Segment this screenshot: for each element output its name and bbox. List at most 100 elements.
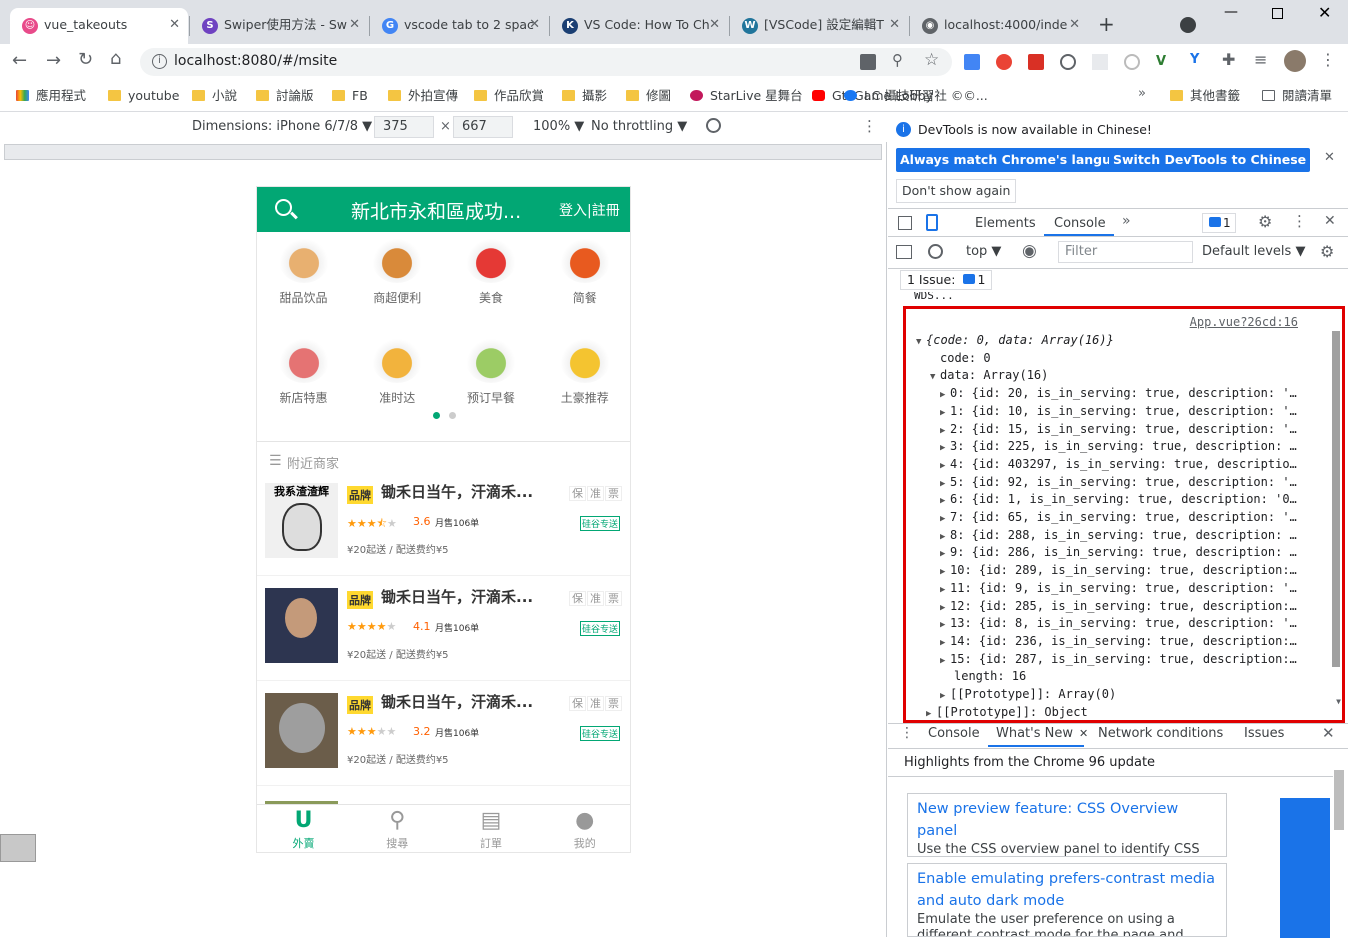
zoom-select[interactable]: 100% ▼ [533, 119, 584, 134]
site-info-icon[interactable]: i [152, 54, 167, 69]
device-width-input[interactable]: 375 [374, 116, 434, 138]
bookmark-item[interactable]: 討論版 [254, 86, 314, 106]
bookmark-item[interactable]: 小說 [190, 86, 237, 106]
console-array-node[interactable]: ▼ data: Array(16) [930, 366, 1048, 384]
more-tabs-icon[interactable]: » [1122, 213, 1131, 229]
console-settings-icon[interactable]: ⚙ [1320, 242, 1334, 261]
close-window-button[interactable]: ✕ [1318, 3, 1331, 22]
bookmark-item[interactable]: FB [330, 86, 368, 106]
console-array-item[interactable]: ▶ 6: {id: 1, is_in_serving: true, descrip… [940, 490, 1297, 508]
bottom-nav-item[interactable]: U 外賣 [257, 805, 350, 851]
bookmark-item[interactable]: youtube [106, 86, 179, 106]
bookmark-item[interactable]: 修圖 [624, 86, 671, 106]
console-scrollbar[interactable] [1332, 331, 1340, 667]
category-item[interactable]: 准时达 [351, 339, 444, 406]
resize-handle[interactable] [0, 834, 36, 862]
category-item[interactable]: 商超便利 [351, 239, 444, 306]
console-array-item[interactable]: ▶ 4: {id: 403297, is_in_serving: true, de… [940, 455, 1297, 473]
close-tab-icon[interactable]: ✕ [169, 8, 180, 42]
link-extension-icon[interactable] [1060, 54, 1076, 70]
issues-counter[interactable]: 1 [1202, 213, 1236, 233]
switch-to-chinese-button[interactable]: Switch DevTools to Chinese [1109, 148, 1311, 172]
bottom-nav-item[interactable]: ▤ 訂單 [445, 805, 538, 851]
maximize-button[interactable] [1272, 8, 1283, 19]
category-item[interactable]: 新店特惠 [257, 339, 350, 406]
console-array-item[interactable]: ▶ 0: {id: 20, is_in_serving: true, descri… [940, 384, 1297, 402]
close-drawer-icon[interactable]: ✕ [1322, 724, 1335, 742]
browser-tab[interactable]: ☺ vue_takeouts ✕ [10, 8, 188, 44]
chrome-menu-icon[interactable]: ⋮ [1320, 50, 1336, 69]
bookmark-item[interactable]: 閱讀清單 [1260, 86, 1332, 106]
more-bookmarks-chevron-icon[interactable]: » [1138, 86, 1146, 101]
profile-avatar[interactable] [1284, 50, 1306, 72]
browser-tab[interactable]: W [VSCode] 設定編輯T ✕ [730, 8, 908, 44]
log-levels-select[interactable]: Default levels ▼ [1202, 244, 1305, 259]
drawer-scrollbar[interactable] [1334, 770, 1344, 830]
console-array-item[interactable]: ▶ 3: {id: 225, is_in_serving: true, descr… [940, 437, 1297, 455]
issues-bar-button[interactable]: 1 Issue: 1 [900, 270, 993, 290]
device-height-input[interactable]: 667 [453, 116, 513, 138]
inspect-element-icon[interactable] [898, 216, 912, 230]
tab-search-icon[interactable] [1180, 17, 1196, 33]
clear-console-icon[interactable] [928, 244, 943, 259]
category-item[interactable]: 土豪推荐 [538, 339, 630, 406]
scroll-down-arrow[interactable]: ▼ [1336, 697, 1341, 706]
media-control-icon[interactable]: ≡ [1254, 50, 1267, 69]
console-filter-input[interactable]: Filter [1058, 241, 1193, 263]
device-toggle-icon[interactable] [926, 214, 938, 231]
drawer-tab[interactable]: Network conditions [1098, 726, 1223, 741]
expand-triangle-icon[interactable]: ▶ [926, 705, 936, 720]
category-item[interactable]: 美食 [445, 239, 538, 306]
devtools-menu-icon[interactable]: ⋮ [1292, 212, 1307, 230]
card-title-link[interactable]: Enable emulating prefers-contrast media … [917, 868, 1217, 912]
category-item[interactable]: 预订早餐 [445, 339, 538, 406]
console-prototype[interactable]: ▶ [[Prototype]]: Array(0) [940, 685, 1116, 703]
address-bar[interactable]: i localhost:8080/#/msite ⚲ ☆ [140, 48, 952, 76]
console-array-item[interactable]: ▶ 5: {id: 92, is_in_serving: true, descri… [940, 473, 1297, 491]
console-array-item[interactable]: ▶ 2: {id: 15, is_in_serving: true, descri… [940, 420, 1297, 438]
console-array-item[interactable]: ▶ 12: {id: 285, is_in_serving: true, desc… [940, 597, 1297, 615]
close-tab-icon[interactable]: ✕ [709, 8, 720, 42]
y-extension-icon[interactable]: Y [1190, 52, 1199, 67]
console-array-item[interactable]: ▶ 11: {id: 9, is_in_serving: true, descri… [940, 579, 1297, 597]
always-match-language-button[interactable]: Always match Chrome's language [896, 148, 1141, 172]
expand-triangle-icon[interactable]: ▼ [916, 333, 926, 351]
console-array-item[interactable]: ▶ 14: {id: 236, is_in_serving: true, desc… [940, 632, 1297, 650]
sidebar-toggle-icon[interactable] [896, 245, 912, 259]
expand-triangle-icon[interactable]: ▶ [940, 652, 950, 670]
card-title-link[interactable]: New preview feature: CSS Overview panel [917, 798, 1217, 842]
bookmark-item[interactable]: I.C 攝技研習社 ©©... [842, 86, 988, 106]
browser-tab[interactable]: K VS Code: How To Ch ✕ [550, 8, 728, 44]
minimize-button[interactable]: — [1224, 4, 1238, 20]
close-tab-icon[interactable]: ✕ [349, 8, 360, 42]
extensions-puzzle-icon[interactable]: ✚ [1222, 50, 1235, 69]
bottom-nav-item[interactable]: ⚲ 搜尋 [351, 805, 444, 851]
drawer-menu-icon[interactable]: ⋮ [900, 725, 914, 741]
bookmark-item[interactable]: 應用程式 [14, 86, 86, 106]
throttling-select[interactable]: No throttling ▼ [591, 119, 687, 134]
close-devtools-icon[interactable]: ✕ [1324, 213, 1336, 229]
bookmark-item[interactable]: 其他書籤 [1168, 86, 1240, 106]
console-array-item[interactable]: ▶ 10: {id: 289, is_in_serving: true, desc… [940, 561, 1297, 579]
bookmark-star-icon[interactable]: ☆ [924, 50, 939, 70]
translate-extension-icon[interactable] [964, 54, 980, 70]
console-array-item[interactable]: ▶ 7: {id: 65, is_in_serving: true, descri… [940, 508, 1297, 526]
device-menu-icon[interactable]: ⋮ [862, 117, 877, 135]
drawer-tab[interactable]: Console [928, 726, 980, 741]
whats-new-card[interactable]: New preview feature: CSS Overview panel U… [907, 793, 1227, 857]
tab-console[interactable]: Console [1054, 216, 1106, 231]
fe-extension-icon[interactable] [1028, 54, 1044, 70]
whats-new-card[interactable]: Enable emulating prefers-contrast media … [907, 863, 1227, 937]
shop-list-item[interactable]: 品牌 锄禾日当午，汗滴禾... 保准票 ★★★★★ 4.1 月售106单 硅谷专送 ¥20起送… [257, 576, 630, 681]
console-array-item[interactable]: ▶ 8: {id: 288, is_in_serving: true, descr… [940, 526, 1297, 544]
console-prototype[interactable]: ▶ [[Prototype]]: Object [926, 703, 1088, 720]
shop-list-item[interactable]: 我系渣渣辉 品牌 锄禾日当午，汗滴禾... 保准票 ★★★⯪★ 3.6 月售106单 硅谷专送… [257, 471, 630, 576]
close-tab-icon[interactable]: ✕ [1069, 8, 1080, 42]
expand-triangle-icon[interactable]: ▼ [930, 368, 940, 386]
login-link[interactable]: 登入|註冊 [559, 200, 620, 220]
forward-button[interactable]: → [46, 50, 61, 71]
new-tab-button[interactable]: + [1098, 12, 1115, 36]
circle-extension-icon[interactable] [1124, 54, 1140, 70]
swiper-dot-active[interactable] [433, 412, 440, 419]
shop-list-item[interactable]: 品牌 锄禾日当午，汗滴禾... 保准票 ★★★★★ 3.2 月售106单 硅谷专送 ¥20起送… [257, 681, 630, 786]
